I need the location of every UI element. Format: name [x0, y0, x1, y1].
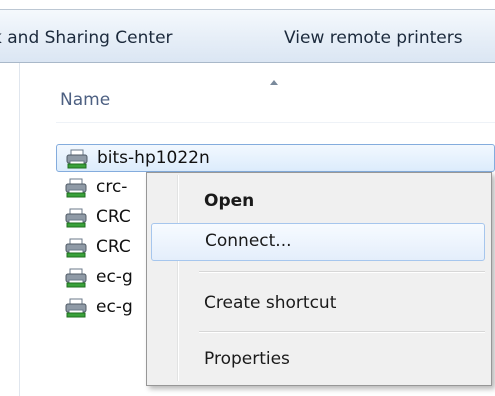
context-menu: Open Connect... Create shortcut Properti…	[146, 172, 492, 386]
menu-separator	[199, 331, 485, 333]
list-item-label: CRC	[96, 207, 131, 227]
menu-item-connect[interactable]: Connect...	[151, 223, 485, 261]
list-item-label: crc-	[96, 177, 128, 197]
printer-icon	[65, 238, 87, 258]
menu-separator	[199, 271, 485, 273]
printer-icon	[65, 298, 87, 318]
menu-item-label: Connect...	[205, 231, 292, 251]
printer-icon	[65, 268, 87, 288]
sort-ascending-icon	[270, 80, 278, 85]
printer-icon	[65, 178, 87, 198]
list-item-label: CRC	[96, 237, 131, 257]
menu-item-create-shortcut[interactable]: Create shortcut	[151, 285, 485, 323]
command-bar: k and Sharing Center View remote printer…	[0, 10, 495, 63]
menu-item-label: Properties	[204, 349, 290, 369]
window-top-edge	[0, 0, 495, 10]
menu-item-label: Create shortcut	[204, 293, 337, 313]
column-header-name[interactable]: Name	[60, 90, 110, 110]
navigation-pane-edge	[0, 63, 20, 396]
list-item-label: ec-g	[96, 267, 133, 287]
network-sharing-center-link[interactable]: k and Sharing Center	[0, 28, 173, 48]
list-item-label: ec-g	[96, 297, 133, 317]
printer-icon	[65, 208, 87, 228]
menu-item-open[interactable]: Open	[151, 183, 485, 221]
view-remote-printers-button[interactable]: View remote printers	[284, 28, 463, 48]
list-item[interactable]: bits-hp1022n	[56, 144, 495, 172]
printer-icon	[66, 149, 88, 169]
list-item-label: bits-hp1022n	[97, 148, 210, 168]
menu-item-properties[interactable]: Properties	[151, 341, 485, 379]
header-divider	[56, 122, 495, 123]
menu-item-label: Open	[204, 191, 255, 211]
